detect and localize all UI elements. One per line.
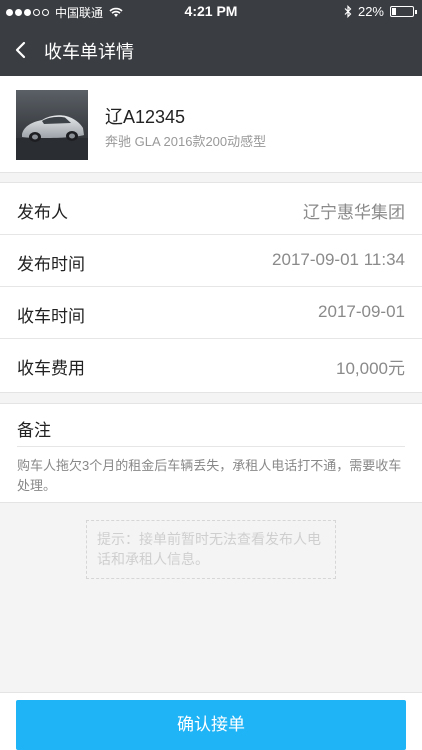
battery-percent: 22% — [357, 4, 384, 19]
info-label: 发布人 — [17, 203, 68, 222]
remark-text: 购车人拖欠3个月的租金后车辆丢失，承租人电话打不通，需要收车处理。 — [17, 458, 402, 493]
confirm-order-button[interactable]: 确认接单 — [16, 700, 406, 750]
info-value: 10,000元 — [336, 359, 405, 378]
battery-level — [392, 8, 396, 15]
info-label: 收车时间 — [17, 307, 85, 326]
chevron-left-icon — [15, 41, 26, 59]
info-row-publisher: 发布人 辽宁惠华集团 — [0, 183, 422, 235]
info-value: 辽宁惠华集团 — [303, 203, 405, 222]
info-label: 收车费用 — [17, 359, 85, 378]
info-row-pickup-time: 收车时间 2017-09-01 — [0, 287, 422, 339]
car-thumbnail — [16, 90, 88, 160]
info-value: 2017-09-01 — [318, 302, 405, 321]
screen: 中国联通 4:21 PM 22% 收车单详情 辽A12345 奔驰 GLA 20… — [0, 0, 422, 750]
remark-section: 备注 购车人拖欠3个月的租金后车辆丢失，承租人电话打不通，需要收车处理。 — [0, 403, 422, 503]
car-plate: 辽A12345 — [105, 107, 186, 127]
status-bar: 中国联通 4:21 PM 22% — [0, 0, 422, 24]
car-card: 辽A12345 奔驰 GLA 2016款200动感型 — [0, 76, 422, 173]
tip-box: 提示：接单前暂时无法查看发布人电话和承租人信息。 — [86, 520, 336, 579]
remark-title: 备注 — [17, 421, 51, 440]
nav-bar: 收车单详情 — [0, 24, 422, 76]
info-row-publish-time: 发布时间 2017-09-01 11:34 — [0, 235, 422, 287]
info-value: 2017-09-01 11:34 — [272, 250, 405, 269]
bluetooth-icon — [344, 5, 352, 18]
info-row-pickup-fee: 收车费用 10,000元 — [0, 339, 422, 392]
car-model: 奔驰 GLA 2016款200动感型 — [105, 134, 267, 149]
car-image — [16, 90, 88, 160]
battery-icon — [390, 6, 417, 17]
back-button[interactable] — [10, 37, 34, 63]
bottom-bar: 确认接单 — [0, 692, 422, 750]
page-title: 收车单详情 — [44, 42, 134, 62]
info-list: 发布人 辽宁惠华集团 发布时间 2017-09-01 11:34 收车时间 20… — [0, 182, 422, 393]
info-label: 发布时间 — [17, 255, 85, 274]
status-right: 22% — [344, 4, 417, 19]
divider — [17, 446, 405, 447]
